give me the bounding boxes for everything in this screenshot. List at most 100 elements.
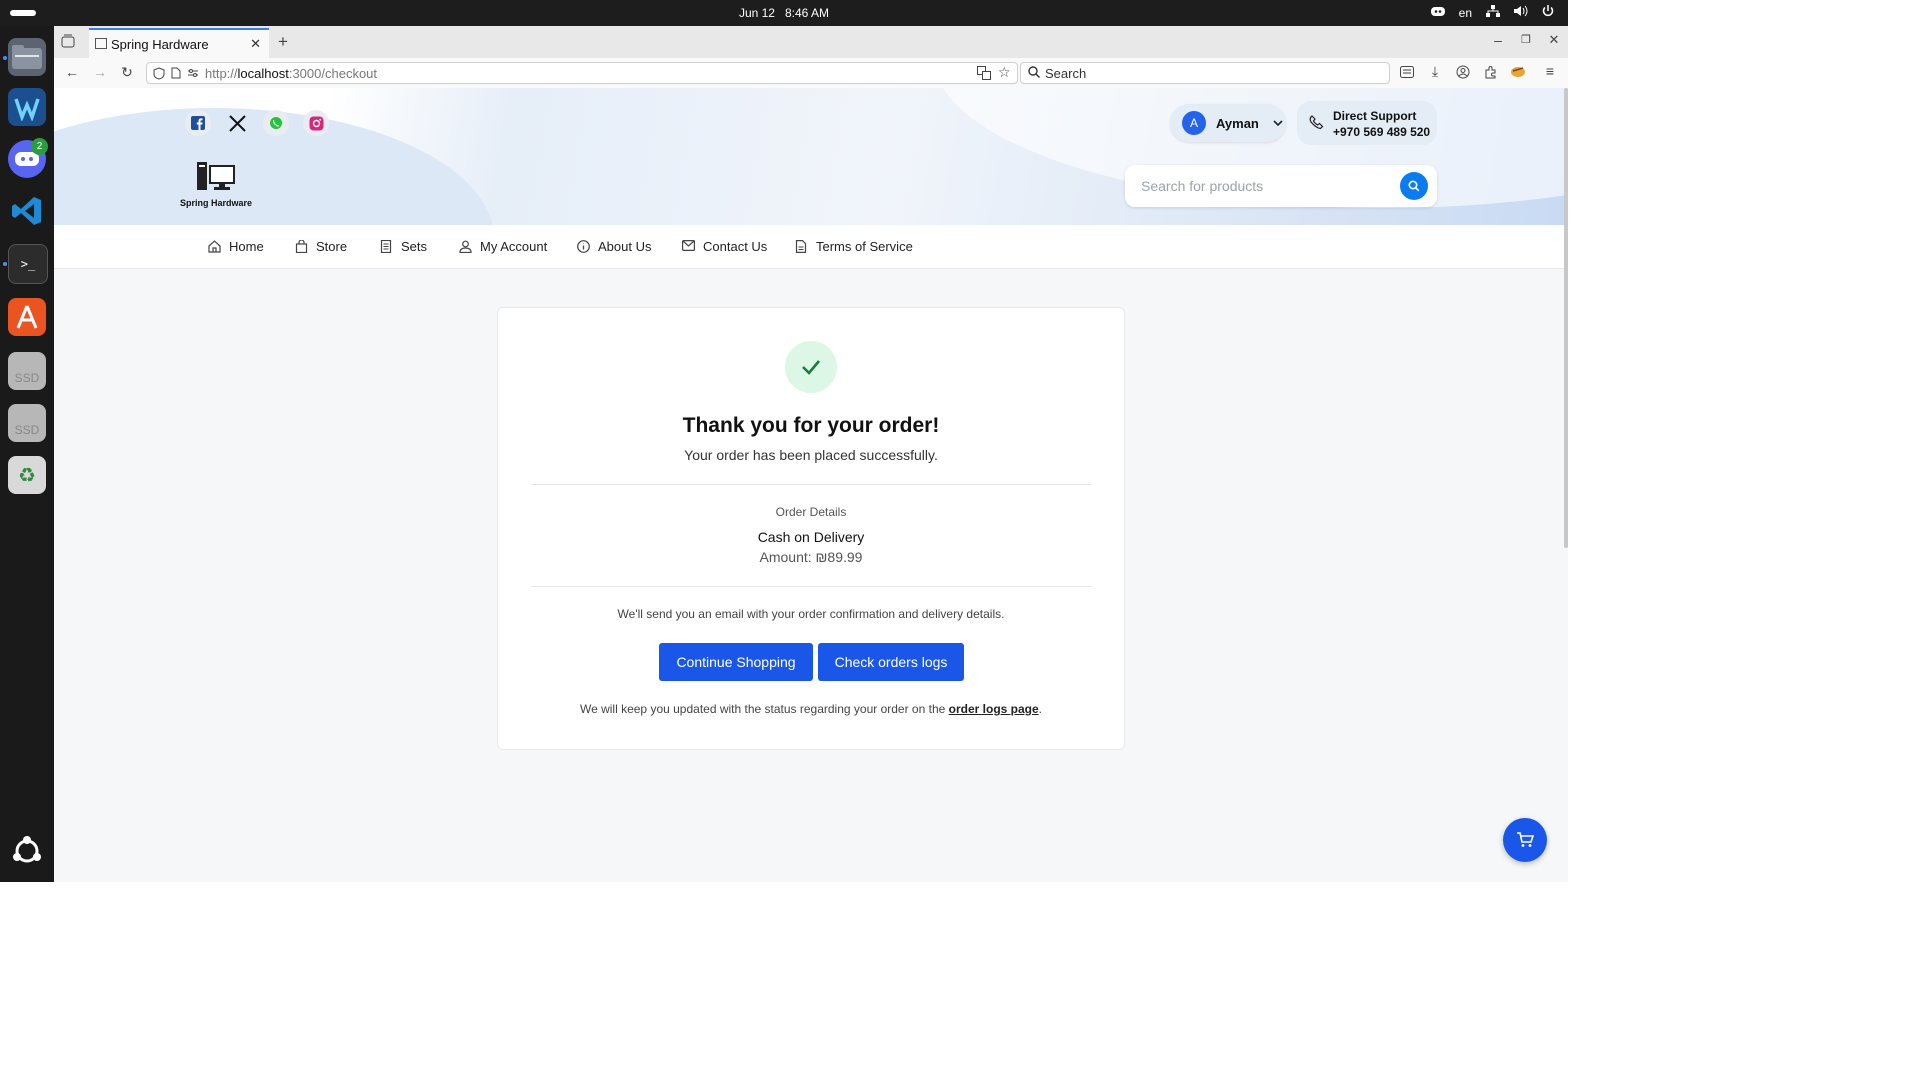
user-menu-button[interactable]: A Ayman: [1170, 104, 1286, 142]
network-icon[interactable]: [1486, 5, 1500, 20]
payment-method: Cash on Delivery: [757, 529, 865, 545]
divider: [531, 484, 1091, 485]
browser-search-placeholder: Search: [1045, 66, 1087, 81]
nav-label: Home: [229, 239, 264, 254]
files-app-icon[interactable]: [8, 38, 46, 76]
confirmation-title: Thank you for your order!: [682, 414, 940, 437]
ssd-drive-icon[interactable]: SSD: [8, 404, 46, 442]
site-logo[interactable]: Spring Hardware: [179, 160, 253, 208]
order-logs-note: We will keep you updated with the status…: [498, 702, 1124, 716]
nav-item-my-account[interactable]: My Account: [458, 239, 547, 254]
time-label: 8:46 AM: [785, 6, 830, 20]
facebook-icon[interactable]: [185, 110, 211, 136]
terminal-app-icon[interactable]: >_: [8, 244, 48, 284]
email-note: We'll send you an email with your order …: [617, 607, 1005, 621]
wireshark-like-app-icon[interactable]: [8, 88, 46, 126]
home-icon: [207, 239, 221, 254]
url-path: :3000/checkout: [288, 66, 378, 81]
reader-view-icon[interactable]: [1398, 65, 1416, 81]
whatsapp-icon[interactable]: [263, 110, 289, 136]
url-bar[interactable]: http://localhost:3000/checkout ☆: [146, 62, 1018, 84]
nav-item-about-us[interactable]: About Us: [576, 239, 651, 254]
extensions-icon[interactable]: [1482, 65, 1500, 82]
page-scrollbar[interactable]: [1564, 88, 1568, 548]
nav-item-home[interactable]: Home: [207, 239, 264, 254]
tab-overview-icon[interactable]: [59, 34, 77, 51]
nav-label: Contact Us: [703, 239, 768, 254]
forward-button[interactable]: →: [91, 64, 109, 80]
search-icon: [1028, 66, 1040, 81]
nav-item-sets[interactable]: Sets: [379, 239, 427, 254]
nav-item-store[interactable]: Store: [294, 238, 348, 254]
browser-navigation-bar: ← → ↻ http://localhost:3000/checkout ☆ S…: [54, 58, 1568, 89]
power-icon[interactable]: [1542, 5, 1554, 20]
page-info-icon[interactable]: [171, 67, 181, 82]
footer-end: .: [1038, 702, 1043, 716]
system-tray[interactable]: en: [1430, 5, 1554, 20]
footer-text: We will keep you updated with the status…: [579, 702, 946, 716]
bag-icon: [294, 238, 308, 254]
user-icon: [458, 240, 472, 254]
discord-tray-icon[interactable]: [1430, 6, 1445, 20]
chevron-down-icon: [1273, 118, 1283, 129]
nav-label: About Us: [598, 239, 652, 254]
close-window-button[interactable]: ✕: [1545, 32, 1563, 48]
extension-mascot-icon[interactable]: [1509, 64, 1527, 81]
shield-icon[interactable]: [153, 67, 165, 83]
url-host: localhost: [237, 66, 289, 81]
ssd-label: SSD: [14, 423, 40, 437]
cart-icon: [1517, 832, 1534, 847]
support-phone: +970 569 489 520: [1333, 125, 1431, 139]
floating-cart-button[interactable]: [1503, 818, 1547, 862]
nav-item-contact-us[interactable]: Contact Us: [681, 239, 767, 254]
url-text: http://localhost:3000/checkout: [205, 66, 377, 81]
minimize-window-button[interactable]: –: [1489, 32, 1507, 48]
ssd-label: SSD: [14, 371, 40, 385]
webpage: Spring Hardware A Ayman Direct Support +…: [54, 88, 1568, 882]
reload-button[interactable]: ↻: [118, 64, 136, 81]
site-header: Spring Hardware A Ayman Direct Support +…: [54, 88, 1568, 225]
browser-tab-bar: Spring Hardware ✕ + – ❐ ✕: [54, 26, 1568, 58]
document-icon: [794, 239, 808, 254]
app-menu-icon[interactable]: ≡: [1541, 63, 1559, 79]
continue-shopping-button[interactable]: Continue Shopping: [659, 643, 813, 681]
order-logs-link[interactable]: order logs page: [949, 702, 1039, 716]
language-indicator[interactable]: en: [1459, 6, 1472, 20]
order-amount: Amount: ₪89.99: [759, 549, 863, 565]
direct-support-button[interactable]: Direct Support +970 569 489 520: [1297, 101, 1437, 145]
bookmark-star-icon[interactable]: ☆: [998, 64, 1011, 81]
search-button[interactable]: [1400, 172, 1428, 200]
instagram-icon[interactable]: [303, 110, 329, 136]
permissions-icon[interactable]: [187, 67, 199, 82]
close-tab-icon[interactable]: ✕: [250, 36, 261, 52]
x-twitter-icon[interactable]: [224, 110, 250, 136]
dock: 2 >_ SSD SSD ♻: [0, 26, 54, 882]
mail-icon: [681, 239, 695, 254]
translate-icon[interactable]: [977, 66, 991, 83]
nav-item-terms-of-service[interactable]: Terms of Service: [794, 239, 913, 254]
user-name: Ayman: [1216, 115, 1259, 131]
new-tab-button[interactable]: +: [274, 32, 292, 52]
trash-icon[interactable]: ♻: [8, 456, 46, 494]
computer-logo-icon: [197, 160, 235, 192]
restore-window-button[interactable]: ❐: [1517, 33, 1535, 46]
back-button[interactable]: ←: [63, 64, 81, 80]
receipt-icon: [379, 239, 393, 254]
clock[interactable]: Jun 12 8:46 AM: [0, 6, 1568, 20]
volume-icon[interactable]: [1514, 5, 1528, 20]
discord-badge: 2: [31, 138, 48, 155]
ssd-drive-icon[interactable]: SSD: [8, 352, 46, 390]
nav-label: Store: [316, 239, 348, 254]
tab-spring-hardware[interactable]: Spring Hardware ✕: [89, 28, 269, 58]
phone-icon: [1309, 115, 1324, 133]
account-icon[interactable]: [1454, 65, 1472, 82]
product-search-input[interactable]: Search for products: [1141, 178, 1263, 194]
browser-search-bar[interactable]: Search: [1020, 62, 1390, 84]
vscode-app-icon[interactable]: [8, 192, 46, 230]
ubuntu-apps-icon[interactable]: [8, 832, 46, 870]
product-search-box[interactable]: Search for products: [1125, 165, 1437, 207]
downloads-icon[interactable]: ⤓: [1426, 63, 1444, 80]
order-confirmation-card: Thank you for your order! Your order has…: [497, 307, 1125, 750]
app-center-icon[interactable]: [8, 298, 46, 336]
check-orders-logs-button[interactable]: Check orders logs: [818, 643, 964, 681]
